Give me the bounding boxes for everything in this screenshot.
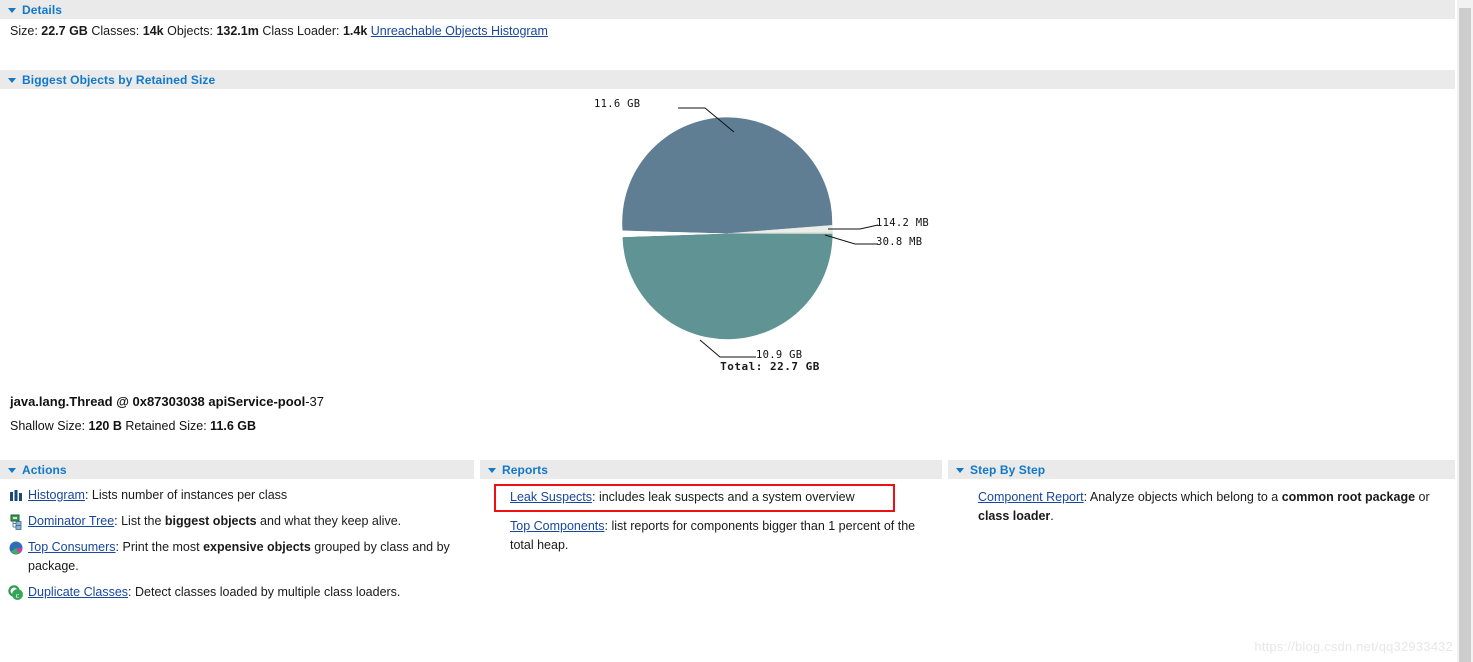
- details-summary-line: Size: 22.7 GB Classes: 14k Objects: 132.…: [10, 24, 548, 38]
- duplicate-classes-icon: c: [8, 585, 24, 601]
- selected-object-title: java.lang.Thread @ 0x87303038 apiService…: [10, 394, 324, 409]
- section-header-reports[interactable]: Reports: [480, 460, 942, 479]
- sep: :: [592, 490, 599, 504]
- component-report-link[interactable]: Component Report: [978, 490, 1084, 504]
- duplicate-classes-link[interactable]: Duplicate Classes: [28, 585, 128, 599]
- sep: :: [128, 585, 135, 599]
- watermark-text: https://blog.csdn.net/qq32933432: [1254, 639, 1453, 654]
- heap-dump-overview-page: Details Size: 22.7 GB Classes: 14k Objec…: [0, 0, 1473, 662]
- action-item-histogram: Histogram: Lists number of instances per…: [0, 486, 474, 505]
- pie-slice-bottom[interactable]: [622, 233, 833, 340]
- retained-size-pie-chart[interactable]: 11.6 GB 114.2 MB 30.8 MB 10.9 GB Total: …: [560, 92, 980, 392]
- dominator-tree-desc-bold: biggest objects: [164, 514, 257, 528]
- triangle-down-icon[interactable]: [8, 7, 16, 13]
- histogram-link[interactable]: Histogram: [28, 488, 85, 502]
- report-item-leak-suspects: Leak Suspects: includes leak suspects an…: [480, 488, 942, 507]
- selected-object-name-suffix: -37: [305, 394, 325, 409]
- shallow-size-label: Shallow Size:: [10, 419, 86, 433]
- step-by-step-list: Component Report: Analyze objects which …: [948, 479, 1455, 526]
- histogram-desc: Lists number of instances per class: [91, 488, 288, 502]
- section-title-reports: Reports: [502, 462, 549, 477]
- reports-list: Leak Suspects: includes leak suspects an…: [480, 479, 942, 555]
- leak-suspects-link[interactable]: Leak Suspects: [510, 490, 592, 504]
- section-title-actions: Actions: [22, 462, 67, 477]
- retained-size-value: 11.6 GB: [210, 419, 257, 433]
- section-header-details[interactable]: Details: [0, 0, 1455, 19]
- unreachable-objects-histogram-link[interactable]: Unreachable Objects Histogram: [371, 24, 548, 38]
- classes-label: Classes:: [91, 24, 140, 38]
- dominator-tree-desc-post: and what they keep alive.: [256, 514, 402, 528]
- retained-size-label: Retained Size:: [125, 419, 207, 433]
- size-label: Size:: [10, 24, 38, 38]
- triangle-down-icon[interactable]: [488, 467, 496, 473]
- component-report-desc-mid: or: [1415, 490, 1430, 504]
- leader-line-10-9-gb: [699, 339, 756, 358]
- svg-text:c: c: [16, 591, 20, 600]
- scrollbar-thumb[interactable]: [1459, 8, 1471, 662]
- section-title-details: Details: [22, 2, 63, 17]
- dominator-tree-link[interactable]: Dominator Tree: [28, 514, 114, 528]
- step-item-component-report: Component Report: Analyze objects which …: [948, 488, 1448, 526]
- leader-line-114-2-mb: [828, 224, 879, 230]
- component-report-desc-bold2: class loader: [978, 509, 1051, 523]
- pie-label-30-8-mb: 30.8 MB: [876, 236, 923, 248]
- selected-object-sizes: Shallow Size: 120 B Retained Size: 11.6 …: [10, 419, 256, 433]
- leader-line-30-8-mb: [824, 234, 878, 245]
- top-consumers-desc-bold: expensive objects: [203, 540, 311, 554]
- section-title-step-by-step: Step By Step: [970, 462, 1046, 477]
- section-header-biggest-objects[interactable]: Biggest Objects by Retained Size: [0, 70, 1455, 89]
- dominator-tree-desc-pre: List the: [121, 514, 165, 528]
- leak-suspects-desc: includes leak suspects and a system over…: [598, 490, 855, 504]
- selected-object-name: java.lang.Thread @ 0x87303038 apiService…: [10, 394, 306, 409]
- component-report-desc-post: .: [1050, 509, 1054, 523]
- triangle-down-icon[interactable]: [8, 467, 16, 473]
- component-report-desc-bold: common root package: [1281, 490, 1416, 504]
- objects-value: 132.1m: [216, 24, 259, 38]
- sep: :: [115, 540, 123, 554]
- action-item-duplicate-classes: c Duplicate Classes: Detect classes load…: [0, 583, 474, 602]
- shallow-size-value: 120 B: [88, 419, 122, 433]
- sep: :: [84, 488, 92, 502]
- report-item-top-components: Top Components: list reports for compone…: [480, 517, 930, 555]
- vertical-scrollbar[interactable]: [1457, 0, 1473, 662]
- pie-slice-top[interactable]: [622, 117, 833, 234]
- section-header-actions[interactable]: Actions: [0, 460, 474, 479]
- triangle-down-icon[interactable]: [8, 77, 16, 83]
- section-header-step-by-step[interactable]: Step By Step: [948, 460, 1455, 479]
- actions-list: Histogram: Lists number of instances per…: [0, 479, 474, 602]
- triangle-down-icon[interactable]: [956, 467, 964, 473]
- size-value: 22.7 GB: [41, 24, 88, 38]
- component-report-desc-pre: Analyze objects which belong to a: [1089, 490, 1282, 504]
- action-item-dominator-tree: Dominator Tree: List the biggest objects…: [0, 512, 474, 531]
- classes-value: 14k: [142, 24, 164, 38]
- top-consumers-desc-pre: Print the most: [122, 540, 204, 554]
- classloader-label: Class Loader:: [262, 24, 340, 38]
- duplicate-classes-desc: Detect classes loaded by multiple class …: [135, 585, 401, 599]
- pie-label-11-6-gb: 11.6 GB: [594, 98, 641, 110]
- objects-label: Objects:: [167, 24, 213, 38]
- top-components-link[interactable]: Top Components: [510, 519, 605, 533]
- top-consumers-link[interactable]: Top Consumers: [28, 540, 116, 554]
- dominator-tree-icon: [8, 514, 24, 530]
- section-title-biggest-objects: Biggest Objects by Retained Size: [22, 72, 216, 87]
- pie-chart-total-label: Total: 22.7 GB: [720, 360, 820, 373]
- top-consumers-icon: [8, 540, 24, 556]
- pie-label-114-2-mb: 114.2 MB: [876, 217, 929, 229]
- classloader-value: 1.4k: [342, 24, 368, 38]
- histogram-icon: [8, 488, 24, 504]
- action-item-top-consumers: Top Consumers: Print the most expensive …: [0, 538, 450, 576]
